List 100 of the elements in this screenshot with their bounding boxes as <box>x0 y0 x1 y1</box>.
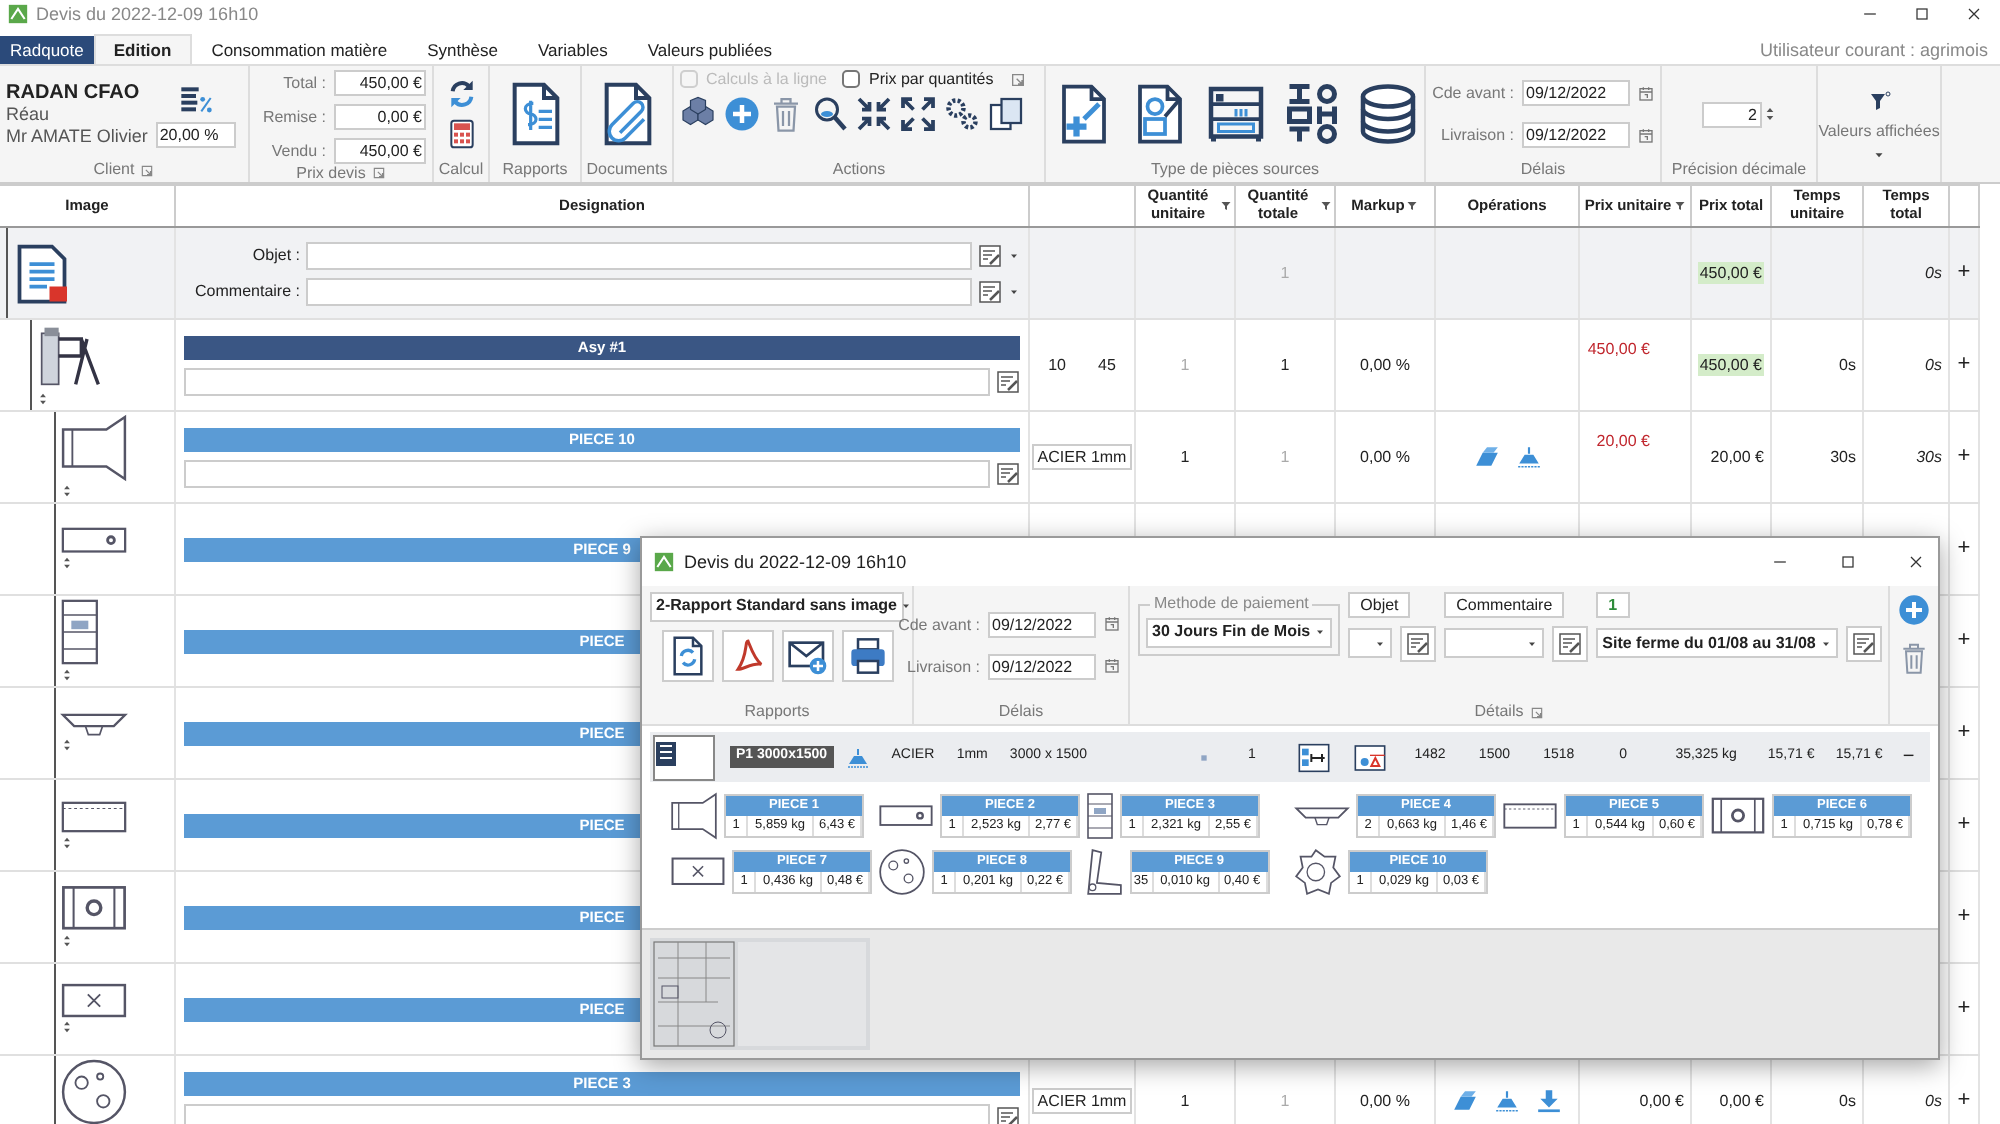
expand-button[interactable]: + <box>1957 536 1971 562</box>
copy-icon[interactable] <box>988 96 1024 133</box>
group-tab[interactable]: Commentaire <box>1444 591 1565 618</box>
icon-button[interactable] <box>661 629 713 681</box>
date-field[interactable]: 09/12/2022 <box>988 653 1096 680</box>
laser-icon[interactable] <box>1494 1088 1520 1114</box>
expand-button[interactable]: + <box>1957 444 1971 470</box>
group-tab[interactable]: Objet <box>1348 591 1411 618</box>
checkbox[interactable] <box>842 70 861 89</box>
search-icon[interactable] <box>812 96 848 133</box>
collapse-button[interactable]: − <box>1899 745 1918 769</box>
caret-icon[interactable] <box>1008 285 1020 297</box>
options-icon[interactable] <box>1009 71 1026 88</box>
edit-icon[interactable] <box>978 279 1002 303</box>
dialog-launcher-icon[interactable] <box>1529 705 1544 720</box>
sort-spinner-icon[interactable] <box>60 931 74 950</box>
rate-field[interactable]: 20,00 % <box>155 121 236 147</box>
text-field[interactable] <box>306 277 972 305</box>
expand-button[interactable]: + <box>1957 996 1971 1022</box>
download-icon[interactable] <box>1536 1088 1562 1114</box>
expand-button[interactable]: + <box>1957 1088 1971 1114</box>
maximize-icon[interactable] <box>1838 551 1858 572</box>
dropdown-field[interactable] <box>1348 628 1393 659</box>
sort-spinner-icon[interactable] <box>60 482 74 500</box>
icon-button[interactable] <box>841 629 893 681</box>
date-field[interactable]: 09/12/2022 <box>1522 80 1630 106</box>
laser-icon[interactable] <box>1515 444 1541 470</box>
calculator-icon[interactable] <box>445 118 477 150</box>
edit-icon[interactable] <box>996 1105 1020 1124</box>
caret-icon[interactable] <box>1872 148 1886 163</box>
date-field[interactable]: 09/12/2022 <box>988 611 1096 638</box>
edit-button[interactable] <box>1845 625 1882 662</box>
ribbon-tab[interactable]: Variables <box>518 33 628 64</box>
calendar-icon[interactable] <box>1638 127 1654 143</box>
collapse-icon[interactable] <box>856 96 892 133</box>
payment-select[interactable]: 30 Jours Fin de Mois <box>1146 617 1333 647</box>
designation-field[interactable] <box>184 1103 990 1124</box>
price-field[interactable]: 450,00 € <box>334 138 426 164</box>
sort-spinner-icon[interactable] <box>60 1018 74 1037</box>
edit-button[interactable] <box>1400 625 1437 662</box>
refresh-icon[interactable] <box>445 78 477 110</box>
edit-icon[interactable] <box>996 461 1020 485</box>
edit-icon[interactable] <box>996 369 1020 393</box>
display-values-label[interactable]: Valeurs affichées <box>1818 121 1940 141</box>
filter-icon[interactable] <box>1673 200 1686 212</box>
database-icon[interactable] <box>1357 80 1417 148</box>
expand-button[interactable]: + <box>1957 628 1971 654</box>
report-select[interactable]: 2-Rapport Standard sans image <box>650 591 904 621</box>
dropdown-field[interactable] <box>1444 628 1545 659</box>
designation-field[interactable] <box>184 459 990 487</box>
expand-button[interactable]: + <box>1957 352 1971 378</box>
edit-button[interactable] <box>1552 625 1589 662</box>
expand-icon[interactable] <box>900 96 936 133</box>
sort-spinner-icon[interactable] <box>60 666 74 684</box>
close-icon[interactable] <box>1906 551 1926 572</box>
close-icon[interactable] <box>1964 4 1984 24</box>
filter-icon[interactable] <box>1867 89 1891 114</box>
expand-button[interactable]: + <box>1957 260 1971 286</box>
ribbon-tab[interactable]: Consommation matière <box>191 33 408 64</box>
note-select[interactable]: Site ferme du 01/08 au 31/08 <box>1596 628 1838 659</box>
sort-spinner-icon[interactable] <box>36 390 50 408</box>
calendar-icon[interactable] <box>1638 85 1654 101</box>
dialog-launcher-icon[interactable] <box>140 163 155 177</box>
delete-icon[interactable] <box>1898 641 1930 673</box>
precision-field[interactable]: 2 <box>1701 101 1761 127</box>
icon-button[interactable] <box>721 629 773 681</box>
settings-icon[interactable] <box>944 96 980 133</box>
expand-button[interactable]: + <box>1957 904 1971 930</box>
sort-spinner-icon[interactable] <box>60 554 74 573</box>
bend-icon[interactable] <box>1452 1088 1478 1114</box>
counter-tab[interactable]: 1 <box>1596 591 1630 618</box>
text-field[interactable] <box>306 241 972 269</box>
caret-icon[interactable] <box>1008 249 1020 261</box>
date-field[interactable]: 09/12/2022 <box>1522 122 1630 148</box>
app-logo-icon <box>654 551 674 572</box>
price-field[interactable]: 450,00 € <box>334 70 426 96</box>
expand-button[interactable]: + <box>1957 812 1971 838</box>
price-field[interactable]: 0,00 € <box>334 104 426 130</box>
designation-field[interactable] <box>184 367 990 395</box>
filter-icon[interactable] <box>1220 200 1232 212</box>
sort-spinner-icon[interactable] <box>60 736 74 755</box>
calendar-icon[interactable] <box>1104 658 1120 675</box>
filter-icon[interactable] <box>1406 200 1419 212</box>
edit-icon[interactable] <box>978 243 1002 267</box>
dialog-launcher-icon[interactable] <box>371 166 386 181</box>
edit-icon <box>1558 631 1583 656</box>
sort-spinner-icon[interactable] <box>60 833 74 851</box>
ribbon-tab[interactable]: Valeurs publiées <box>627 33 793 64</box>
expand-button[interactable]: + <box>1957 720 1971 746</box>
maximize-icon[interactable] <box>1912 4 1932 24</box>
ribbon-tab[interactable]: Edition <box>93 33 192 64</box>
shapes-icon[interactable] <box>1281 80 1341 148</box>
icon-button[interactable] <box>781 629 833 681</box>
unit-price: 0,00 € <box>1639 1091 1684 1111</box>
ribbon-tab[interactable]: Synthèse <box>407 33 519 64</box>
bend-icon[interactable] <box>1473 444 1499 470</box>
add-icon[interactable] <box>1898 593 1930 625</box>
app-menu-button[interactable]: Radquote <box>0 35 94 64</box>
calendar-icon[interactable] <box>1104 616 1120 633</box>
filter-icon[interactable] <box>1320 200 1332 212</box>
